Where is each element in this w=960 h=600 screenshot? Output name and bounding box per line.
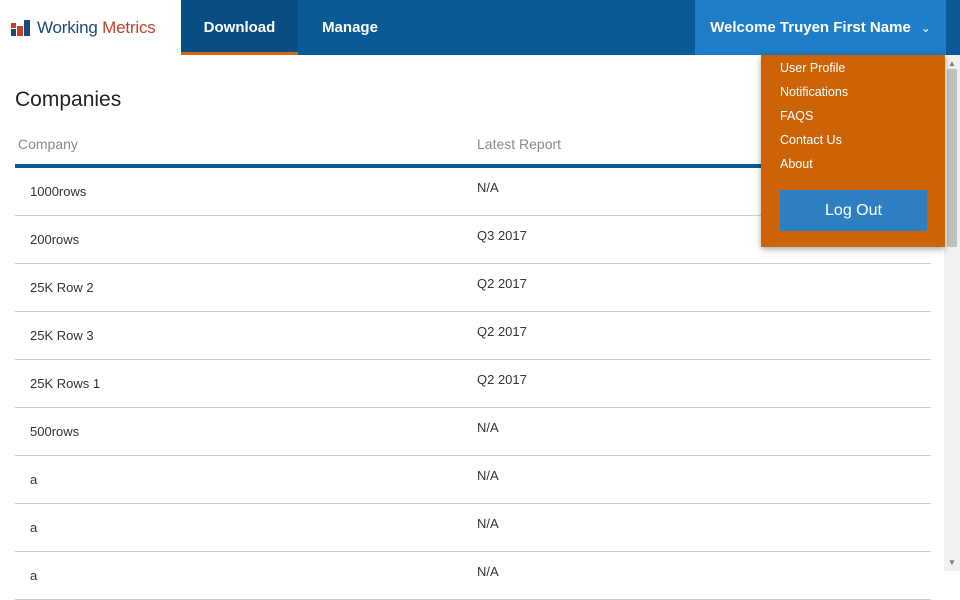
top-navigation-bar: Working Metrics Download Manage Welcome … (0, 0, 960, 55)
table-row[interactable]: 25K Rows 1 Q2 2017 (15, 360, 931, 408)
latest-report-cell: Q3 2017 (477, 228, 527, 243)
company-cell: 200rows (30, 232, 80, 247)
user-menu-toggle[interactable]: Welcome Truyen First Name ⌄ (695, 0, 946, 55)
logout-button[interactable]: Log Out (780, 190, 927, 231)
company-cell: 500rows (30, 424, 80, 439)
logo-text: Working Metrics (37, 17, 156, 37)
scroll-down-arrow-icon[interactable]: ▼ (948, 558, 956, 567)
menu-item-about[interactable]: About (780, 157, 813, 171)
column-header-company[interactable]: Company (18, 136, 78, 152)
scrollbar-thumb[interactable] (947, 69, 957, 247)
vertical-scrollbar[interactable]: ▲ ▼ (944, 55, 960, 571)
scroll-up-arrow-icon[interactable]: ▲ (948, 59, 956, 68)
page-title: Companies (15, 88, 122, 111)
table-row[interactable]: 25K Row 3 Q2 2017 (15, 312, 931, 360)
tab-download[interactable]: Download (181, 0, 298, 55)
latest-report-cell: N/A (477, 180, 499, 195)
latest-report-cell: N/A (477, 468, 499, 483)
chevron-down-icon: ⌄ (920, 20, 931, 35)
company-cell: 25K Rows 1 (30, 376, 101, 391)
menu-item-user-profile[interactable]: User Profile (780, 61, 845, 75)
latest-report-cell: Q2 2017 (477, 372, 527, 387)
latest-report-cell: N/A (477, 564, 499, 579)
latest-report-cell: N/A (477, 516, 499, 531)
menu-item-faqs[interactable]: FAQS (780, 109, 813, 123)
company-cell: 25K Row 2 (30, 280, 94, 295)
column-header-latest-report[interactable]: Latest Report (477, 136, 561, 152)
working-metrics-logo-icon (11, 19, 31, 36)
company-cell: a (30, 568, 38, 583)
table-row[interactable]: a N/A (15, 456, 931, 504)
logo[interactable]: Working Metrics (0, 0, 181, 55)
user-dropdown-menu: User Profile Notifications FAQS Contact … (761, 55, 945, 247)
table-row[interactable]: 500rows N/A (15, 408, 931, 456)
menu-item-notifications[interactable]: Notifications (780, 85, 848, 99)
latest-report-cell: N/A (477, 420, 499, 435)
company-cell: 1000rows (30, 184, 87, 199)
latest-report-cell: Q2 2017 (477, 276, 527, 291)
company-cell: 25K Row 3 (30, 328, 94, 343)
table-row[interactable]: a N/A (15, 552, 931, 600)
table-row[interactable]: a N/A (15, 504, 931, 552)
company-cell: a (30, 472, 38, 487)
menu-item-contact-us[interactable]: Contact Us (780, 133, 842, 147)
latest-report-cell: Q2 2017 (477, 324, 527, 339)
company-cell: a (30, 520, 38, 535)
tab-manage[interactable]: Manage (298, 0, 402, 55)
table-row[interactable]: 25K Row 2 Q2 2017 (15, 264, 931, 312)
welcome-label: Welcome Truyen First Name (710, 19, 911, 36)
